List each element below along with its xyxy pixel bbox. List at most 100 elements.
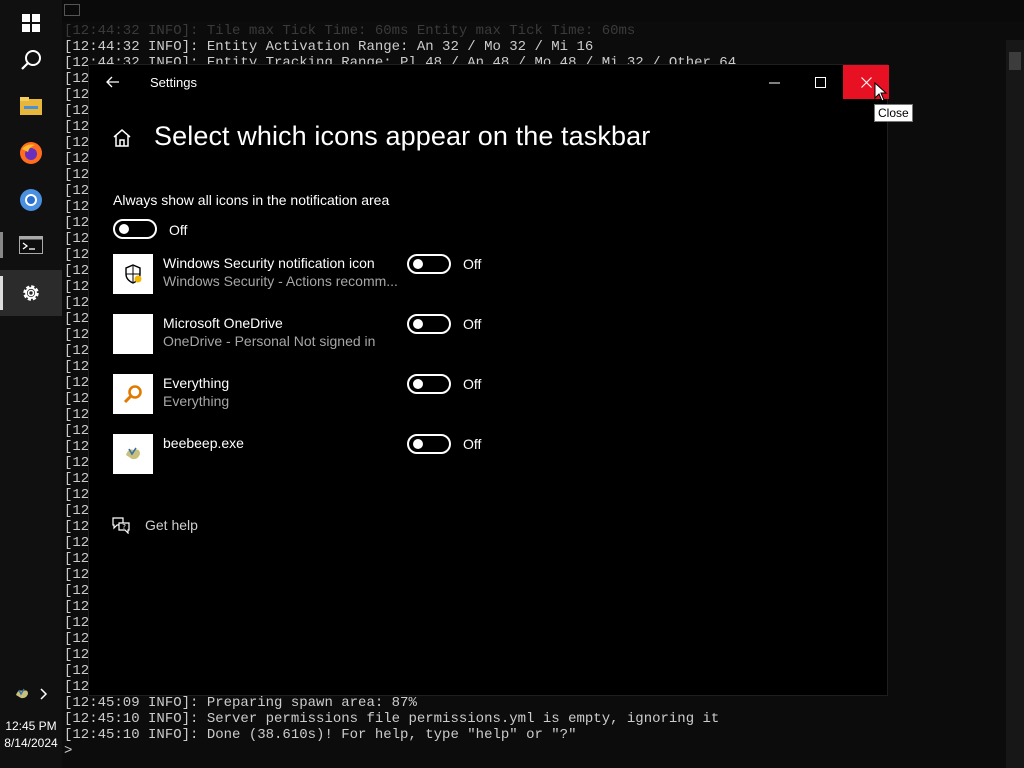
file-explorer-button[interactable] [0,83,62,129]
app-toggle-state: Off [463,436,482,452]
console-line-fragment: [12 [64,423,90,439]
app-toggle-beebeep[interactable] [407,434,451,454]
console-line-fragment: [12 [64,663,90,679]
window-title: Settings [150,75,197,90]
terminal-icon [19,236,43,254]
console-line-fragment: [12 [64,631,90,647]
maximize-icon [814,76,826,88]
console-line-fragment: [12 [64,295,90,311]
console-line-fragment: [12 [64,247,90,263]
app-toggle-state: Off [463,256,482,272]
console-titlebar [62,0,1024,22]
console-prompt[interactable]: > [64,743,72,759]
always-show-toggle[interactable] [113,219,157,239]
console-app-icon [64,4,80,16]
console-line-fragment: [12 [64,679,90,695]
console-line-fragment: [12 [64,455,90,471]
console-line-fragment: [12 [64,135,90,151]
minimize-button[interactable] [751,65,797,99]
console-line: [12:44:32 INFO]: Entity Activation Range… [64,39,594,55]
console-line-fragment: [12 [64,487,90,503]
app-row-everything: Everything Everything Off [113,374,813,414]
console-line-fragment: [12 [64,375,90,391]
app-toggle-everything[interactable] [407,374,451,394]
chrome-icon [20,189,42,211]
search-button[interactable] [0,37,62,83]
console-line-fragment: [12 [64,391,90,407]
clock-time: 12:45 PM [5,719,57,733]
toggle-knob [413,319,423,329]
console-line-fragment: [12 [64,167,90,183]
maximize-button[interactable] [797,65,843,99]
app-desc: Windows Security - Actions recomm... [163,273,398,289]
app-name: Windows Security notification icon [163,255,375,271]
beebeep-icon [126,447,140,460]
console-line-fragment: [12 [64,599,90,615]
app-icon-container [113,374,153,414]
app-row-beebeep: beebeep.exe Off [113,434,813,474]
console-line-fragment: [12 [64,615,90,631]
search-icon [21,50,41,70]
system-tray [0,682,62,706]
chrome-button[interactable] [0,177,62,223]
toggle-knob [119,224,129,234]
mouse-cursor-icon [874,82,888,102]
console-line-fragment: [12 [64,119,90,135]
taskbar-clock[interactable]: 12:45 PM 8/14/2024 [0,718,62,752]
console-line-fragment: [12 [64,231,90,247]
terminal-button[interactable] [0,222,62,268]
app-row-windows-security: Windows Security notification icon Windo… [113,254,813,294]
app-toggle-onedrive[interactable] [407,314,451,334]
console-line-fragment: [12 [64,567,90,583]
console-faint-line: [12:44:32 INFO]: Tile max Tick Time: 60m… [64,23,636,39]
toggle-knob [413,379,423,389]
app-toggle-windows-security[interactable] [407,254,451,274]
home-icon[interactable] [111,127,133,149]
always-show-label: Always show all icons in the notificatio… [113,192,390,208]
console-line-fragment: [12 [64,87,90,103]
console-scrollbar[interactable] [1006,40,1024,768]
svg-text:?: ? [122,523,126,531]
settings-gear-icon [23,285,39,301]
app-desc: Everything [163,393,230,409]
console-line-fragment: [12 [64,551,90,567]
console-line-fragment: [12 [64,327,90,343]
app-desc: OneDrive - Personal Not signed in [163,333,376,349]
app-toggle-state: Off [463,316,482,332]
beebeep-tray-icon[interactable] [14,687,30,701]
console-line-fragment: [12 [64,343,90,359]
console-line-fragment: [12 [64,279,90,295]
console-line: [12:45:09 INFO]: Preparing spawn area: 8… [64,695,417,711]
app-icon-container [113,434,153,474]
console-line-fragment: [12 [64,199,90,215]
everything-search-icon [123,385,142,404]
firefox-icon [20,142,42,164]
back-button[interactable] [99,71,127,93]
console-line-fragment: [12 [64,503,90,519]
console-line-fragment: [12 [64,151,90,167]
taskbar: 12:45 PM 8/14/2024 [0,0,62,768]
close-tooltip: Close [874,104,913,122]
console-line-fragment: [12 [64,471,90,487]
clock-date: 8/14/2024 [4,736,58,750]
app-name: beebeep.exe [163,435,244,451]
console-scroll-thumb[interactable] [1009,52,1021,70]
console-line-fragment: [12 [64,583,90,599]
settings-button[interactable] [0,270,62,316]
console-line-fragment: [12 [64,439,90,455]
console-line: [12:45:10 INFO]: Server permissions file… [64,711,720,727]
app-row-onedrive: Microsoft OneDrive OneDrive - Personal N… [113,314,813,354]
console-line-fragment: [12 [64,359,90,375]
get-help-link[interactable]: ? Get help [111,515,198,535]
always-show-state: Off [169,222,188,238]
chevron-right-icon[interactable] [40,688,48,700]
firefox-button[interactable] [0,130,62,176]
console-line-fragment: [12 [64,215,90,231]
get-help-label: Get help [145,517,198,533]
toggle-knob [413,439,423,449]
console-line-fragment: [12 [64,71,90,87]
toggle-knob [413,259,423,269]
console-line-fragment: [12 [64,263,90,279]
back-arrow-icon [106,76,119,88]
console-line-fragment: [12 [64,647,90,663]
